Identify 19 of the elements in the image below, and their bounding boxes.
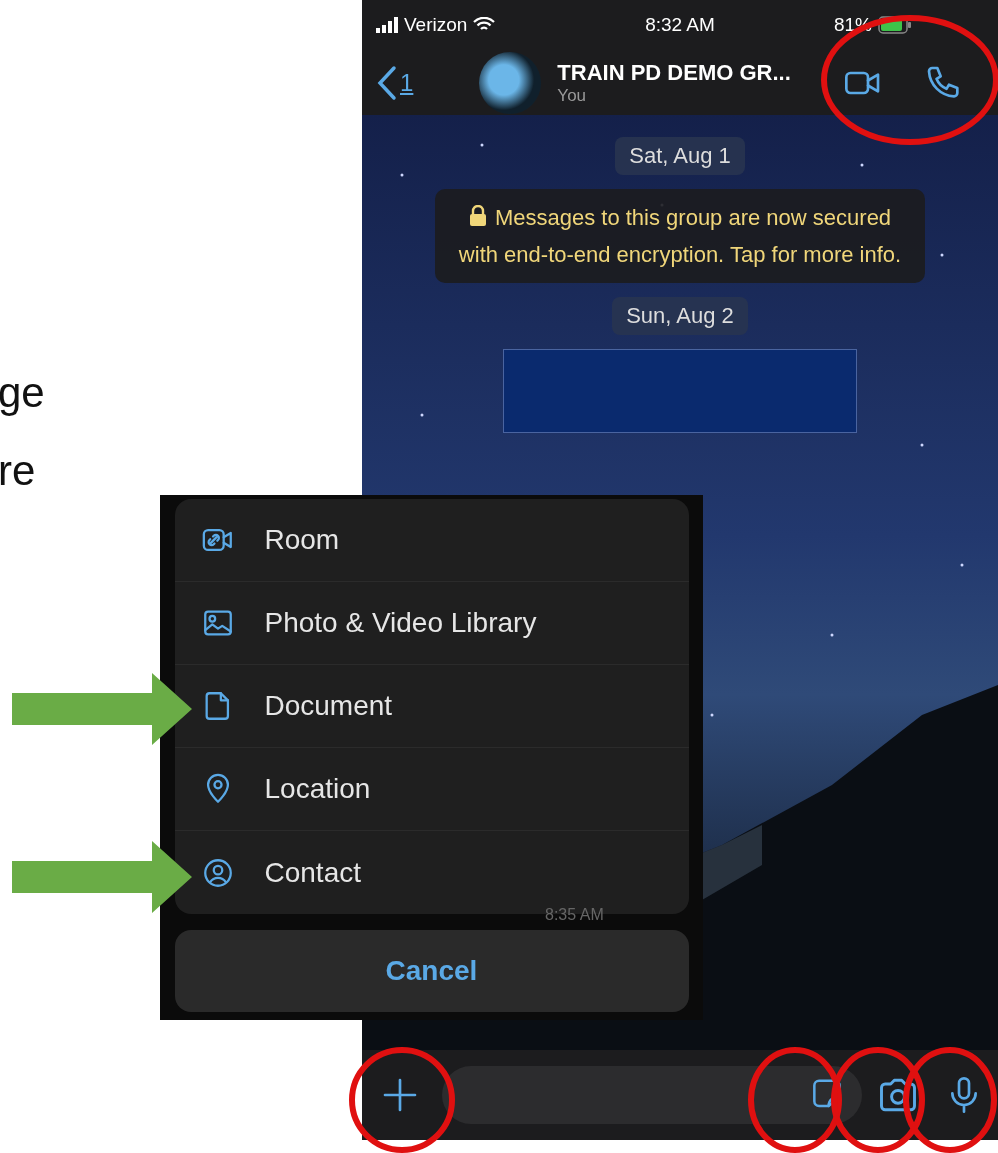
menu-item[interactable]: Location — [174, 748, 689, 831]
date-label: Sun, Aug 2 — [612, 297, 748, 335]
lock-icon — [468, 205, 487, 227]
status-time: 8:32 AM — [645, 14, 715, 36]
battery-icon — [878, 16, 912, 34]
cancel-button[interactable]: Cancel — [174, 930, 689, 1012]
slide-text: re — [0, 446, 37, 496]
slide-text: ge — [0, 368, 46, 418]
message-input[interactable] — [442, 1066, 862, 1124]
encryption-notice[interactable]: Messages to this group are now secured with end-to-end encryption. Tap for more info. — [435, 189, 925, 283]
carrier-name: Verizon — [404, 14, 468, 36]
message-time: 8:35 AM — [545, 906, 604, 924]
signal-icon — [376, 17, 398, 33]
menu-item[interactable]: Photo & Video Library — [174, 582, 689, 665]
chat-title: TRAIN PD DEMO GR... — [557, 59, 791, 86]
menu-item[interactable]: Room — [174, 499, 689, 582]
back-button[interactable]: 1 — [376, 64, 414, 101]
chat-subtitle: You — [557, 85, 588, 106]
date-label: Sat, Aug 1 — [615, 137, 745, 175]
